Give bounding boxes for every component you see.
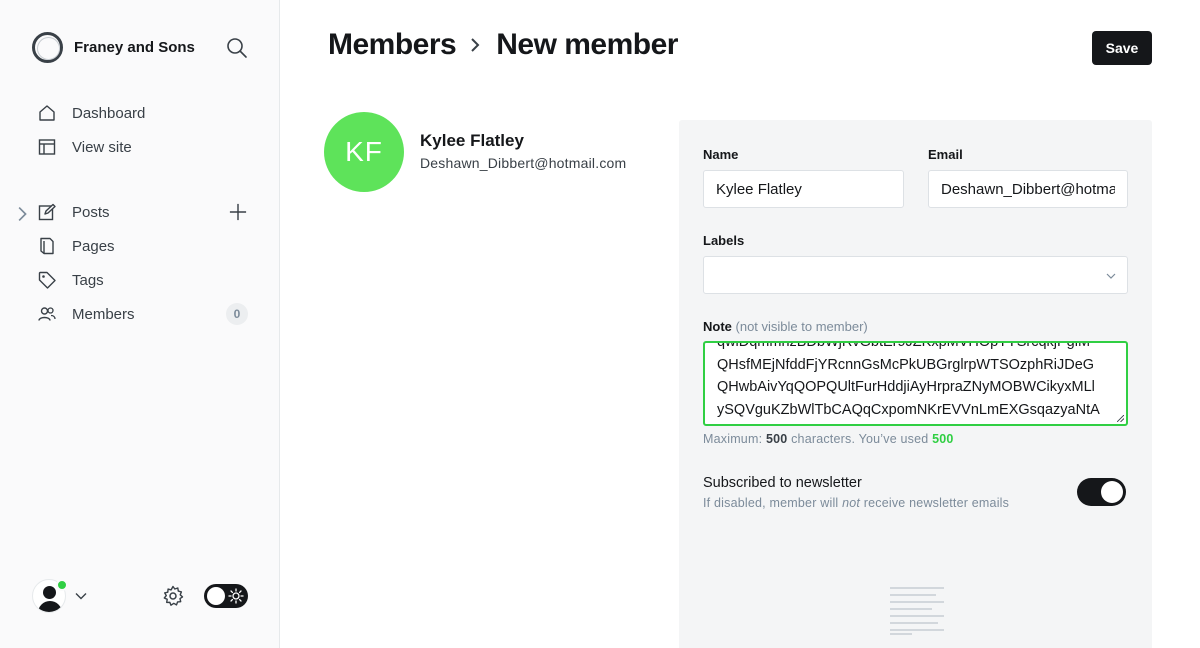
sidebar-item-label: Tags bbox=[72, 271, 104, 289]
chevron-down-icon bbox=[75, 593, 87, 600]
email-label: Email bbox=[928, 147, 963, 162]
sidebar-item-label: Pages bbox=[72, 237, 115, 255]
member-form-panel: Name Email Labels Note (not visible to m… bbox=[679, 120, 1152, 648]
content-nav: Posts Pages Tags Members 0 bbox=[0, 195, 280, 331]
sidebar-item-view-site[interactable]: View site bbox=[0, 130, 280, 164]
breadcrumb-members-link[interactable]: Members bbox=[328, 28, 457, 62]
save-button[interactable]: Save bbox=[1092, 31, 1152, 65]
chevron-down-icon bbox=[1106, 273, 1116, 279]
newsletter-toggle[interactable] bbox=[1077, 478, 1126, 506]
note-hint: (not visible to member) bbox=[735, 319, 868, 334]
brand[interactable]: Franey and Sons bbox=[32, 32, 195, 63]
newsletter-desc-part: receive newsletter emails bbox=[863, 496, 1010, 510]
name-field[interactable] bbox=[703, 170, 904, 208]
brand-logo bbox=[32, 32, 63, 63]
sidebar-item-pages[interactable]: Pages bbox=[0, 229, 280, 263]
sidebar: Franey and Sons Dashboard View site Post bbox=[0, 0, 280, 648]
sidebar-item-tags[interactable]: Tags bbox=[0, 263, 280, 297]
counter-max: 500 bbox=[765, 432, 788, 446]
online-status-dot bbox=[56, 579, 68, 591]
empty-activity-icon bbox=[890, 587, 944, 635]
tag-icon bbox=[38, 271, 56, 289]
note-line: QHwbAivYqQOPQUltFurHddjiAyHrpraZNyMOBWCi… bbox=[717, 379, 1095, 395]
breadcrumb: Members New member bbox=[328, 28, 678, 62]
gear-icon[interactable] bbox=[162, 585, 184, 607]
labels-select[interactable] bbox=[703, 256, 1128, 294]
note-label: Note (not visible to member) bbox=[703, 319, 868, 334]
sidebar-item-label: View site bbox=[72, 138, 132, 156]
newsletter-desc-part: If disabled, member will bbox=[703, 496, 839, 510]
member-name: Kylee Flatley bbox=[420, 131, 524, 150]
home-icon bbox=[38, 104, 56, 122]
sun-icon bbox=[228, 588, 244, 604]
character-counter: Maximum: 500 characters. You’ve used 500 bbox=[703, 432, 954, 446]
sidebar-item-dashboard[interactable]: Dashboard bbox=[0, 96, 280, 130]
chevron-right-icon bbox=[471, 38, 480, 52]
chevron-right-icon[interactable] bbox=[14, 205, 27, 222]
members-count-badge: 0 bbox=[226, 303, 248, 325]
newsletter-desc-emphasis: not bbox=[842, 496, 861, 510]
newsletter-title: Subscribed to newsletter bbox=[703, 475, 862, 491]
members-icon bbox=[38, 305, 56, 323]
add-post-icon[interactable] bbox=[229, 203, 249, 223]
brand-name: Franey and Sons bbox=[74, 39, 195, 56]
sidebar-item-label: Dashboard bbox=[72, 104, 146, 122]
toggle-knob bbox=[207, 587, 225, 605]
sidebar-item-label: Members bbox=[72, 305, 135, 323]
counter-mid: characters. You’ve used bbox=[791, 432, 929, 446]
email-field[interactable] bbox=[928, 170, 1128, 208]
toggle-knob bbox=[1101, 481, 1123, 503]
name-label: Name bbox=[703, 147, 739, 162]
note-line: ySQVguKZbWlTbCAQqCxpomNKrEVVnLmEXGsqazya… bbox=[717, 401, 1100, 418]
page-title: New member bbox=[496, 28, 678, 61]
resize-handle-icon[interactable] bbox=[1117, 415, 1124, 422]
counter-used: 500 bbox=[932, 432, 954, 446]
layout-icon bbox=[38, 138, 56, 156]
sidebar-item-members[interactable]: Members 0 bbox=[0, 297, 280, 331]
sidebar-item-posts[interactable]: Posts bbox=[0, 195, 280, 229]
pencil-icon bbox=[38, 203, 56, 221]
page-icon bbox=[38, 237, 56, 255]
newsletter-description: If disabled, member will not receive new… bbox=[703, 496, 1009, 510]
member-email: Deshawn_Dibbert@hotmail.com bbox=[420, 155, 627, 171]
labels-label: Labels bbox=[703, 233, 745, 248]
counter-prefix: Maximum: bbox=[703, 432, 763, 446]
note-line: qwlDqmmnzBDbWjRvGbtEr9JZKxpMVHOpTYSrcqkj… bbox=[717, 341, 1091, 350]
note-label-text: Note bbox=[703, 319, 732, 334]
search-icon[interactable] bbox=[226, 37, 248, 59]
member-avatar: KF bbox=[324, 112, 404, 192]
note-textarea[interactable]: qwlDqmmnzBDbWjRvGbtEr9JZKxpMVHOpTYSrcqkj… bbox=[703, 341, 1128, 426]
sidebar-item-label: Posts bbox=[72, 203, 110, 221]
primary-nav: Dashboard View site bbox=[0, 96, 280, 164]
theme-toggle[interactable] bbox=[204, 584, 248, 608]
note-line: QHsfMEjNfddFjYRcnnGsMcPkUBGrglrpWTSOzphR… bbox=[717, 356, 1095, 373]
